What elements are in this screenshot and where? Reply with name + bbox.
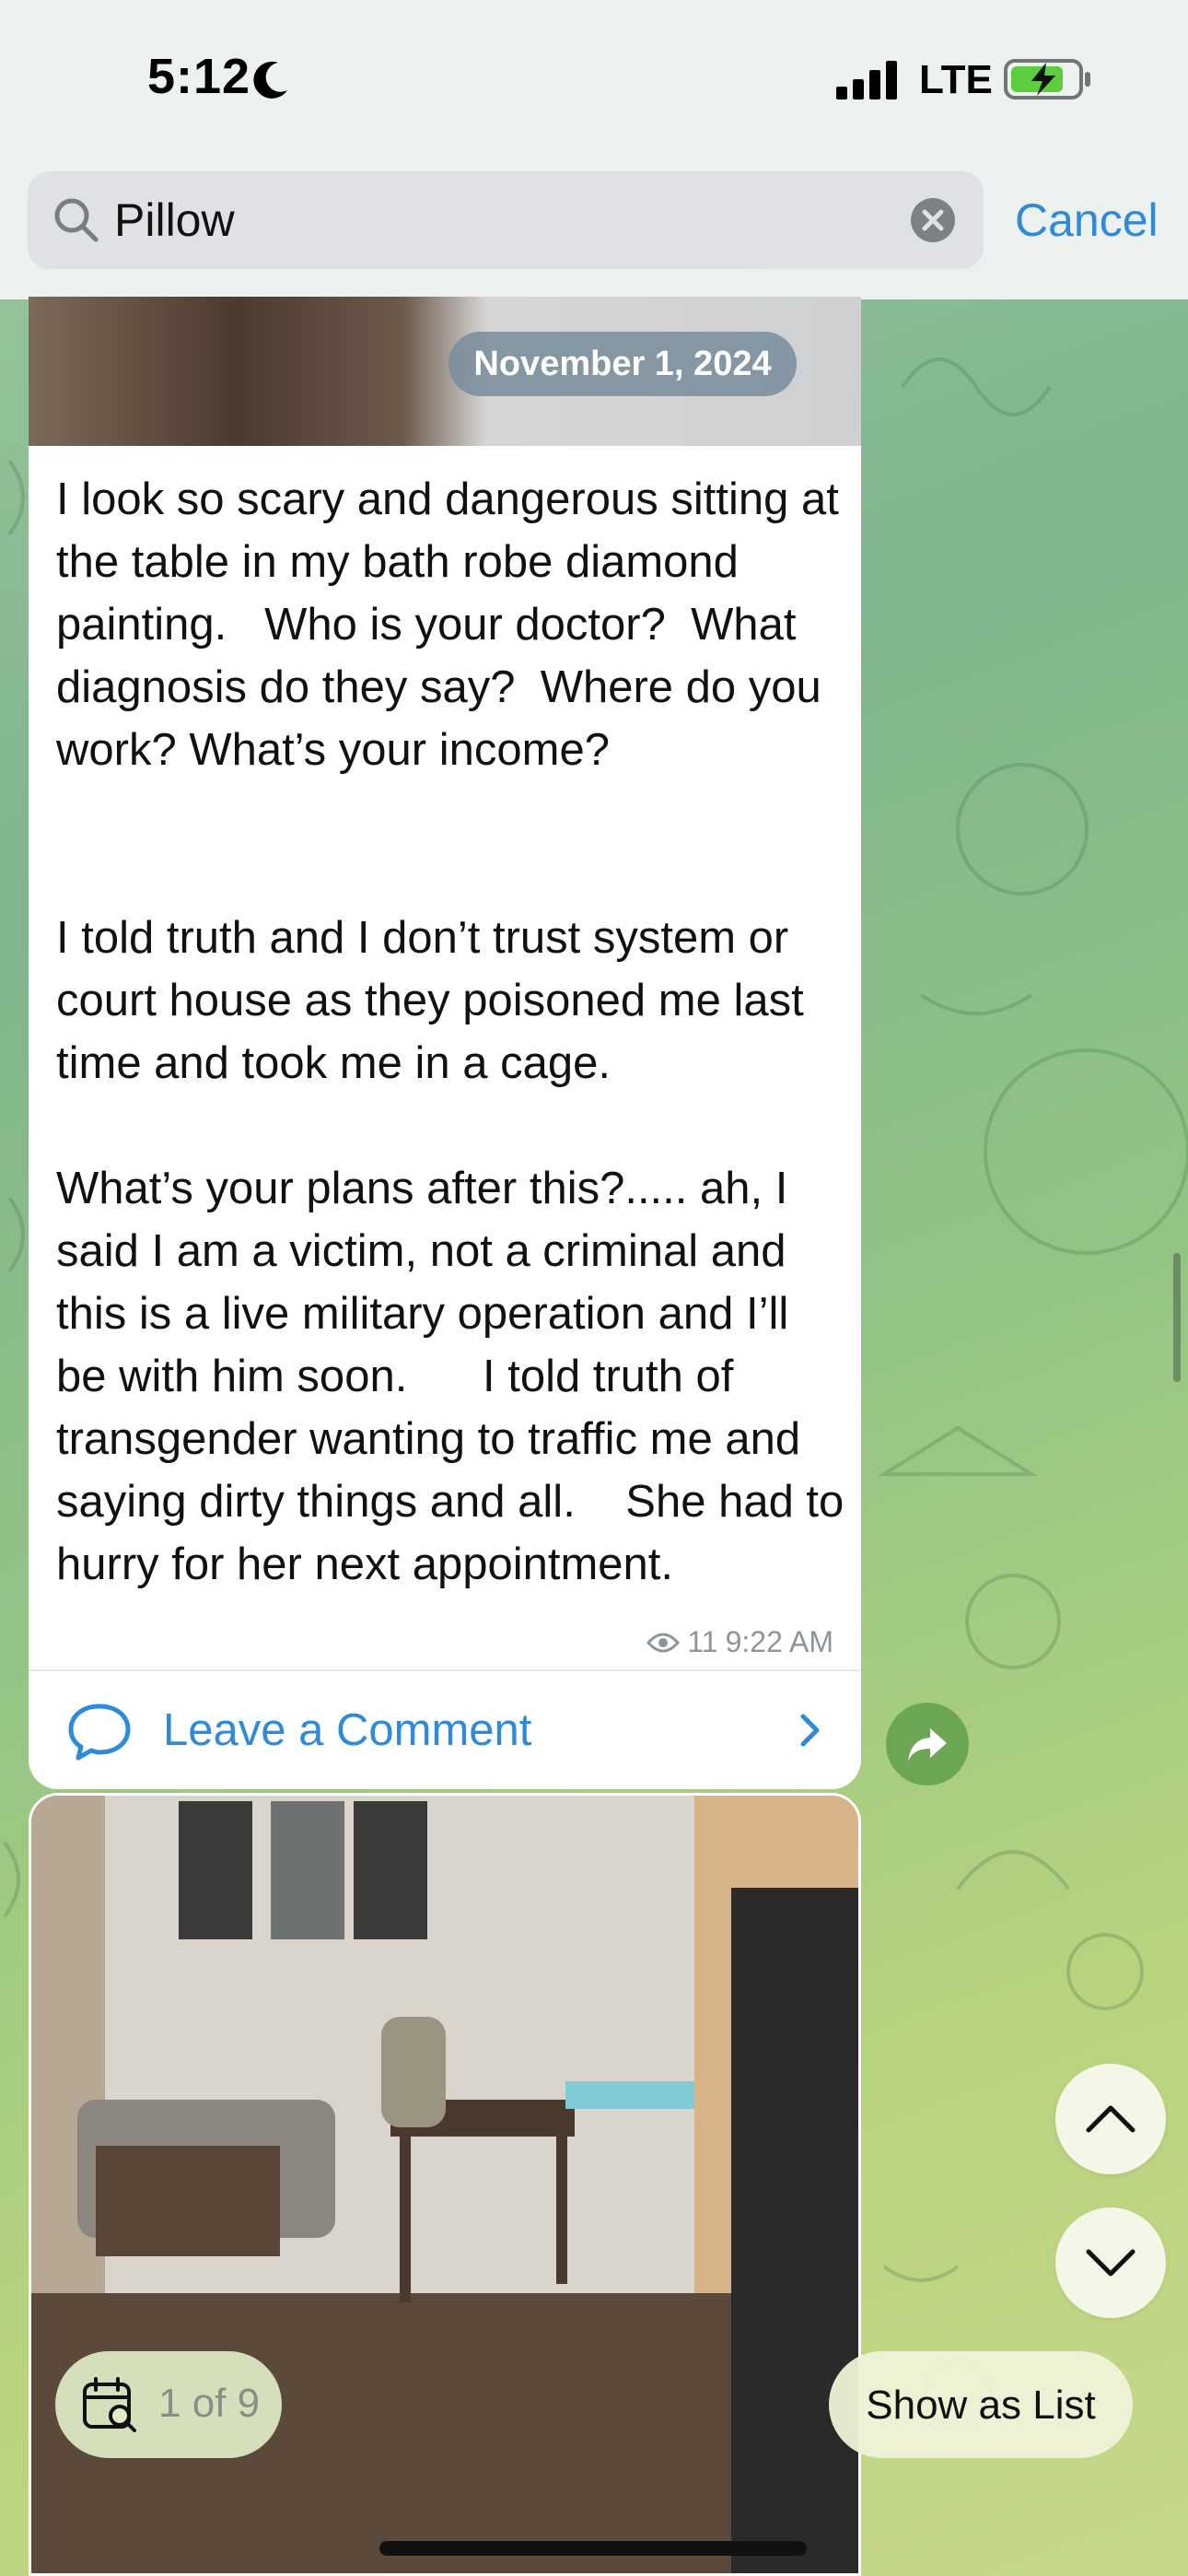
chevron-right-icon (800, 1714, 820, 1747)
room-photo (31, 1796, 858, 2573)
message-text: I look so scary and dangerous sitting at… (56, 474, 844, 1589)
battery-charging-icon (1004, 59, 1090, 100)
show-as-list-button[interactable]: Show as List (829, 2351, 1133, 2458)
message-meta: 11 9:22 AM (646, 1625, 833, 1659)
previous-result-button[interactable] (1055, 2064, 1166, 2174)
cancel-button[interactable]: Cancel (1015, 193, 1159, 247)
leave-comment-button[interactable]: Leave a Comment (29, 1671, 861, 1789)
photo-message[interactable] (29, 1793, 861, 2576)
search-icon (54, 198, 99, 242)
message-time: 9:22 AM (725, 1625, 833, 1658)
home-indicator[interactable] (379, 2541, 807, 2556)
calendar-search-icon (83, 2377, 136, 2432)
share-button[interactable] (886, 1703, 969, 1786)
chevron-up-icon (1086, 2105, 1136, 2133)
views-count: 11 (687, 1625, 718, 1658)
show-as-list-label: Show as List (866, 2383, 1096, 2428)
comment-label: Leave a Comment (163, 1705, 532, 1755)
scroll-indicator[interactable] (1173, 1253, 1181, 1382)
views-eye-icon (646, 1633, 681, 1652)
moon-icon (253, 61, 287, 99)
result-counter-button[interactable]: 1 of 9 (55, 2351, 282, 2458)
result-counter: 1 of 9 (158, 2381, 261, 2426)
share-arrow-icon (908, 1728, 947, 1762)
clear-search-icon[interactable] (910, 197, 956, 243)
next-result-button[interactable] (1055, 2207, 1166, 2318)
date-badge: November 1, 2024 (448, 332, 797, 396)
signal-icon (836, 61, 897, 100)
comment-bubble-icon (68, 1704, 131, 1761)
search-input[interactable]: Pillow (114, 193, 235, 247)
status-time: 5:12 (147, 49, 251, 104)
top-bar: 5:12 LTE Pillow Cancel (0, 0, 1188, 299)
search-field[interactable]: Pillow (28, 171, 984, 269)
chevron-down-icon (1086, 2249, 1136, 2277)
message-bubble: November 1, 2024 I look so scary and dan… (29, 297, 861, 1789)
network-label: LTE (919, 57, 993, 102)
